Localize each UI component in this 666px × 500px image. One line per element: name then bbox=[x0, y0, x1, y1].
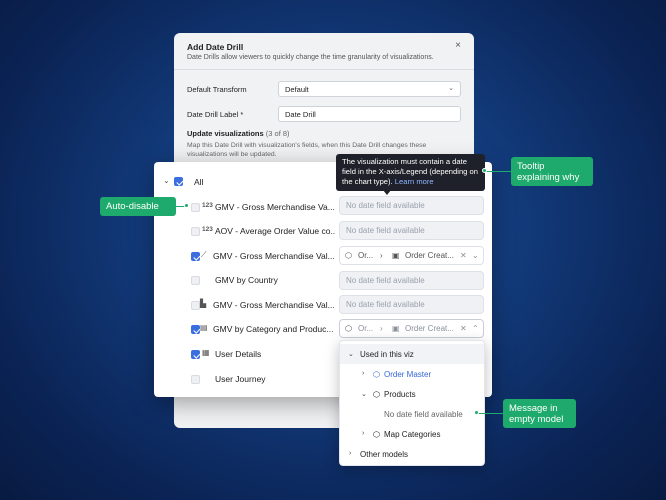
date-drill-label-value: Date Drill bbox=[285, 110, 316, 119]
model-name: Or... bbox=[358, 324, 374, 333]
callout-dot bbox=[184, 203, 189, 208]
chevron-right-icon: › bbox=[380, 324, 383, 333]
viz-checkbox[interactable] bbox=[191, 350, 200, 359]
chevron-right-icon: › bbox=[380, 251, 383, 260]
calendar-icon: ▣ bbox=[392, 251, 400, 260]
callout-dot bbox=[482, 168, 487, 173]
calendar-icon: ▣ bbox=[392, 324, 400, 333]
number-icon: 123 bbox=[202, 226, 213, 233]
viz-checkbox[interactable] bbox=[191, 227, 200, 236]
field-dropdown: ⌄ Used in this viz › ⬡ Order Master ⌄ ⬡ … bbox=[339, 340, 485, 466]
viz-checkbox[interactable] bbox=[191, 203, 200, 212]
empty-model-message: No date field available bbox=[340, 404, 484, 424]
group-label: Used in this viz bbox=[360, 350, 414, 359]
viz-checkbox[interactable] bbox=[191, 301, 200, 310]
field-name: Order Creat... bbox=[405, 324, 454, 333]
update-count: (3 of 8) bbox=[265, 129, 290, 138]
chevron-down-icon: ⌄ bbox=[448, 85, 454, 92]
model-icon: ⬡ bbox=[373, 370, 380, 379]
modal-subtitle: Date Drills allow viewers to quickly cha… bbox=[187, 54, 434, 61]
model-icon: ⬡ bbox=[345, 324, 352, 333]
date-drill-label-input[interactable]: Date Drill bbox=[278, 106, 461, 122]
viz-label: GMV - Gross Merchandise Va... bbox=[215, 202, 335, 212]
callout-dot bbox=[474, 410, 479, 415]
model-label: Map Categories bbox=[384, 430, 441, 439]
number-icon: 123 bbox=[202, 202, 213, 209]
chevron-down-icon[interactable]: ⌄ bbox=[472, 251, 479, 260]
callout-auto-disable: Auto-disable bbox=[100, 197, 176, 216]
viz-checkbox[interactable] bbox=[191, 375, 200, 384]
tooltip: The visualization must contain a date fi… bbox=[336, 154, 485, 191]
bar-chart-icon: ▙ bbox=[200, 299, 207, 308]
chevron-right-icon: › bbox=[362, 370, 365, 377]
default-transform-value: Default bbox=[285, 85, 309, 94]
model-icon: ⬡ bbox=[345, 251, 352, 260]
chevron-down-icon: ⌄ bbox=[348, 351, 354, 358]
close-icon[interactable]: × bbox=[455, 40, 461, 51]
chevron-up-icon[interactable]: ⌃ bbox=[472, 324, 479, 333]
date-field-select: No date field available bbox=[339, 271, 484, 290]
model-label: Order Master bbox=[384, 370, 432, 379]
update-title-text: Update visualizations bbox=[187, 129, 264, 138]
default-transform-label: Default Transform bbox=[187, 85, 247, 94]
model-name: Or... bbox=[358, 251, 374, 260]
model-products[interactable]: ⌄ ⬡ Products bbox=[340, 384, 484, 404]
viz-label: AOV - Average Order Value co... bbox=[215, 226, 335, 236]
date-field-select: No date field available bbox=[339, 295, 484, 314]
group-label: Other models bbox=[360, 450, 409, 459]
viz-checkbox[interactable] bbox=[191, 325, 200, 334]
no-date-text: No date field available bbox=[384, 410, 463, 419]
date-field-select: No date field available bbox=[339, 196, 484, 215]
table-icon: ▦ bbox=[202, 348, 210, 357]
date-field-select: No date field available bbox=[339, 221, 484, 240]
divider bbox=[174, 69, 474, 70]
all-label: All bbox=[194, 177, 204, 187]
modal-title: Add Date Drill bbox=[187, 42, 244, 52]
viz-label: GMV - Gross Merchandise Val... bbox=[213, 251, 335, 261]
viz-label: User Journey bbox=[215, 374, 266, 384]
viz-label: GMV - Gross Merchandise Val... bbox=[213, 300, 335, 310]
chevron-right-icon: › bbox=[362, 430, 365, 437]
callout-tooltip-why: Tooltip explaining why bbox=[511, 157, 593, 186]
tooltip-arrow bbox=[383, 190, 391, 195]
all-checkbox[interactable] bbox=[174, 177, 183, 186]
viz-label: GMV by Country bbox=[215, 275, 278, 285]
viz-checkbox[interactable] bbox=[191, 252, 200, 261]
model-label: Products bbox=[384, 390, 416, 399]
update-visualizations-title: Update visualizations (3 of 8) bbox=[187, 129, 290, 138]
callout-empty-model: Message in empty model bbox=[503, 399, 576, 428]
default-transform-select[interactable]: Default ⌄ bbox=[278, 81, 461, 97]
model-order-master[interactable]: › ⬡ Order Master bbox=[340, 364, 484, 384]
clear-icon[interactable]: ✕ bbox=[460, 324, 467, 333]
date-field-select-open[interactable]: ⬡ Or... › ▣ Order Creat... ✕ ⌃ bbox=[339, 319, 484, 338]
model-map-categories[interactable]: › ⬡ Map Categories bbox=[340, 424, 484, 444]
callout-line bbox=[478, 413, 503, 414]
group-used-in-viz[interactable]: ⌄ Used in this viz bbox=[340, 344, 484, 364]
viz-label: User Details bbox=[215, 349, 262, 359]
chevron-down-icon: ⌄ bbox=[361, 391, 367, 398]
line-chart-icon: ⟋ bbox=[201, 250, 207, 259]
model-icon: ⬡ bbox=[373, 430, 380, 439]
viz-checkbox[interactable] bbox=[191, 276, 200, 285]
learn-more-link[interactable]: Learn more bbox=[395, 177, 434, 186]
chevron-down-icon[interactable]: ⌄ bbox=[163, 176, 170, 185]
date-drill-label-label: Date Drill Label * bbox=[187, 110, 244, 119]
field-name: Order Creat... bbox=[405, 251, 454, 260]
table-chart-icon: ▤ bbox=[200, 323, 208, 332]
viz-label: GMV by Category and Produc... bbox=[213, 324, 334, 334]
model-icon: ⬡ bbox=[373, 390, 380, 399]
clear-icon[interactable]: ✕ bbox=[460, 251, 467, 260]
date-field-select[interactable]: ⬡ Or... › ▣ Order Creat... ✕ ⌄ bbox=[339, 246, 484, 265]
group-other-models[interactable]: › Other models bbox=[340, 444, 484, 464]
chevron-right-icon: › bbox=[349, 450, 352, 457]
callout-line bbox=[486, 171, 511, 172]
